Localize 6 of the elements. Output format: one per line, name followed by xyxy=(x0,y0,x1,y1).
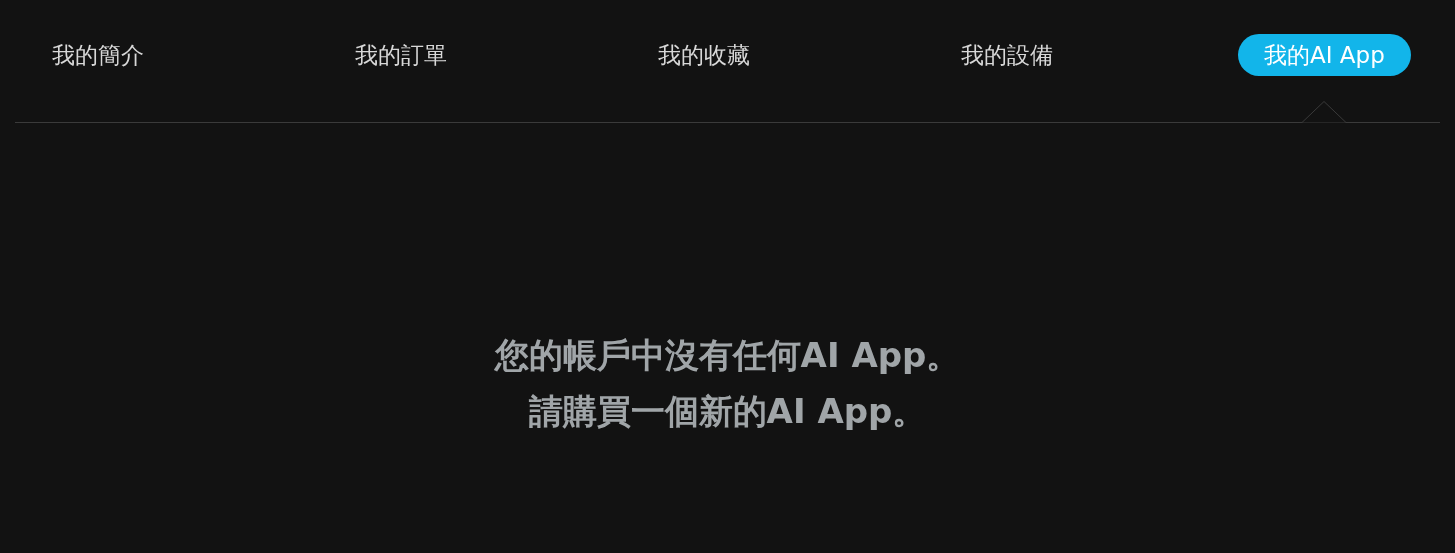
tab[interactable]: 我的收藏 xyxy=(632,34,776,76)
tab[interactable]: 我的訂單 xyxy=(329,34,473,76)
tab[interactable]: 我的設備 xyxy=(935,34,1079,76)
empty-message: 請購買一個新的AI App。 xyxy=(528,390,927,433)
empty-message: 您的帳戶中沒有任何AI App。 xyxy=(494,334,961,377)
tab[interactable]: 我的簡介 xyxy=(26,34,170,76)
